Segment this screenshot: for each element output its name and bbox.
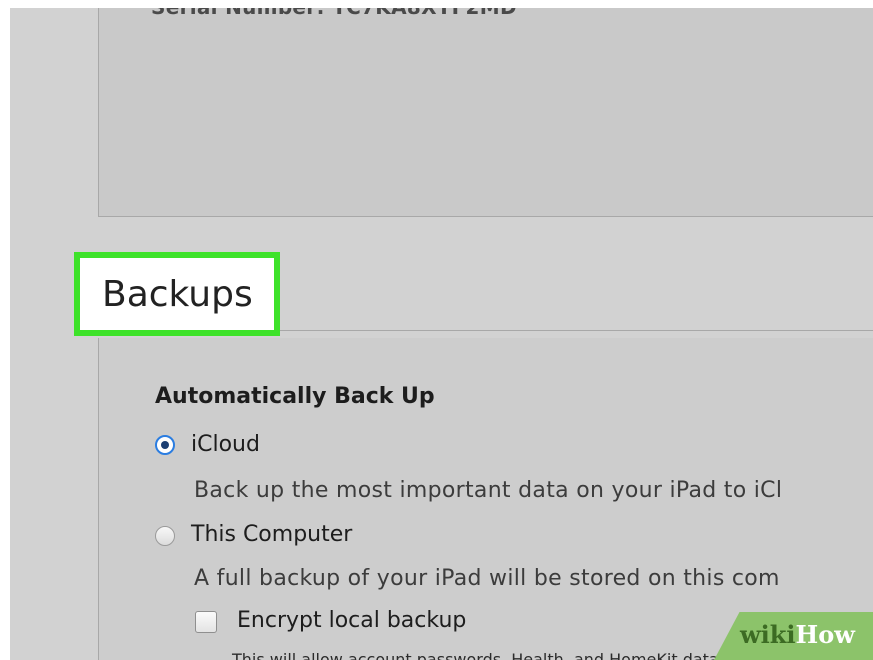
this-computer-description: A full backup of your iPad will be store… (194, 566, 780, 591)
backups-heading: Backups (102, 274, 253, 315)
watermark-wiki-text: wiki (740, 620, 796, 649)
icloud-label[interactable]: iCloud (191, 432, 260, 457)
itunes-device-summary-screen: Serial Number: YC7KA8XYF2MD Backups Auto… (10, 8, 873, 660)
device-info-panel: Serial Number: YC7KA8XYF2MD (98, 8, 873, 217)
this-computer-radio[interactable] (155, 526, 175, 546)
wikihow-watermark: wikiHow (740, 620, 855, 649)
this-computer-label[interactable]: This Computer (191, 522, 352, 547)
serial-number-text: Serial Number: YC7KA8XYF2MD (151, 8, 517, 19)
watermark-how-text: How (795, 620, 855, 649)
encrypt-local-backup-label[interactable]: Encrypt local backup (237, 608, 466, 633)
section-divider (280, 330, 873, 331)
icloud-radio[interactable] (155, 435, 175, 455)
encrypt-local-backup-checkbox[interactable] (195, 611, 217, 633)
automatically-back-up-title: Automatically Back Up (155, 384, 435, 409)
icloud-description: Back up the most important data on your … (194, 478, 783, 503)
backups-heading-highlight: Backups (74, 252, 280, 336)
encrypt-description: This will allow account passwords, Healt… (232, 650, 719, 660)
